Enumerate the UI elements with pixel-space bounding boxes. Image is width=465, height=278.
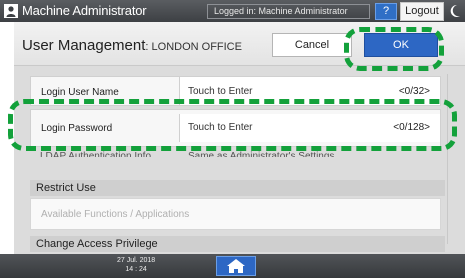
date-text: 27 Jul. 2018 xyxy=(117,257,156,264)
change-access-header: Change Access Privilege xyxy=(30,236,445,252)
login-password-callout xyxy=(8,99,457,151)
help-button[interactable]: ? xyxy=(375,3,397,20)
available-functions-label: Available Functions / Applications xyxy=(41,209,190,220)
ldap-auth-value[interactable]: Same as Administrator's Settings xyxy=(188,151,334,157)
date-time: 27 Jul. 2018 14 : 24 xyxy=(117,256,155,274)
admin-title: Machine Administrator xyxy=(22,3,147,18)
page-title: User Management: LONDON OFFICE xyxy=(22,37,242,54)
login-user-name-count: <0/32> xyxy=(398,86,430,97)
moon-icon[interactable] xyxy=(448,3,462,19)
page-title-text: User Management xyxy=(22,37,146,54)
restrict-use-header: Restrict Use xyxy=(30,180,445,196)
page-subtitle: : LONDON OFFICE xyxy=(145,41,242,53)
home-button[interactable] xyxy=(216,256,256,276)
home-icon xyxy=(227,259,245,273)
ldap-auth-label: LDAP Authentication Info xyxy=(40,151,152,157)
time-text: 14 : 24 xyxy=(125,266,147,273)
login-status: Logged in: Machine Administrator xyxy=(207,4,370,19)
available-functions-row[interactable]: Available Functions / Applications xyxy=(30,198,441,230)
ok-callout xyxy=(344,27,444,71)
logout-button[interactable]: Logout xyxy=(400,2,444,21)
user-icon xyxy=(4,4,18,18)
scrollbar[interactable] xyxy=(447,74,457,244)
login-user-name-value: Touch to Enter xyxy=(188,86,253,97)
login-user-name-label: Login User Name xyxy=(41,87,119,98)
cancel-button[interactable]: Cancel xyxy=(272,33,352,57)
